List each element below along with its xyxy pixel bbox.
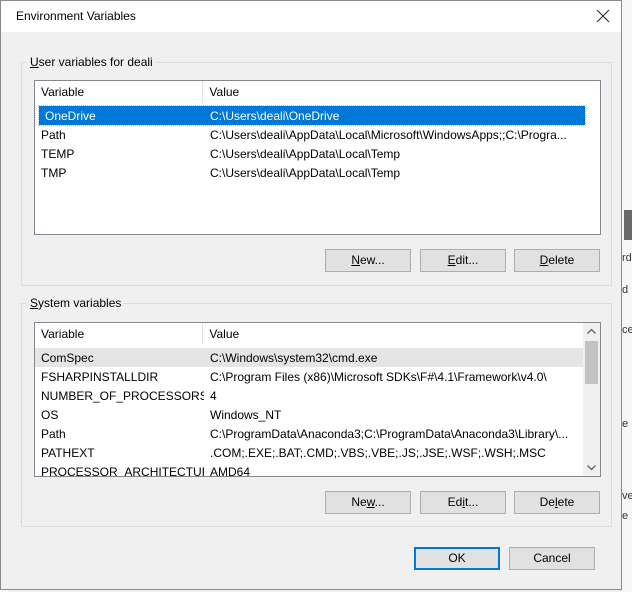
system-row-comspec[interactable]: ComSpec C:\Windows\system32\cmd.exe <box>35 348 583 367</box>
background-text: ce <box>622 324 632 336</box>
system-list-scrollbar[interactable] <box>583 323 600 476</box>
close-icon[interactable] <box>591 4 615 28</box>
background-text: e <box>622 418 629 430</box>
system-row-number-of-processors[interactable]: NUMBER_OF_PROCESSORS 4 <box>35 386 583 405</box>
environment-variables-dialog: Environment Variables User variables for… <box>0 0 622 590</box>
scroll-down-arrow-icon[interactable] <box>583 459 600 476</box>
user-row-path[interactable]: Path C:\Users\deali\AppData\Local\Micros… <box>35 125 585 144</box>
window-title: Environment Variables <box>16 9 136 23</box>
user-delete-button[interactable]: Delete <box>514 249 600 272</box>
title-bar: Environment Variables <box>1 1 621 32</box>
user-variables-label: User variables for deali <box>30 55 153 69</box>
variable-value: C:\Program Files (x86)\Microsoft SDKs\F#… <box>210 369 547 384</box>
column-header-variable[interactable]: Variable <box>35 323 204 345</box>
variable-value: C:\ProgramData\Anaconda3;C:\ProgramData\… <box>210 426 569 441</box>
user-edit-button[interactable]: Edit... <box>420 249 506 272</box>
variable-name: TMP <box>41 165 67 180</box>
variable-name: FSHARPINSTALLDIR <box>41 369 159 384</box>
variable-name: ComSpec <box>41 350 94 365</box>
variable-name: OneDrive <box>45 108 96 123</box>
background-block <box>624 210 632 240</box>
scroll-up-arrow-icon[interactable] <box>583 323 600 340</box>
user-row-tmp[interactable]: TMP C:\Users\deali\AppData\Local\Temp <box>35 163 585 182</box>
background-text: d <box>622 284 629 296</box>
user-row-temp[interactable]: TEMP C:\Users\deali\AppData\Local\Temp <box>35 144 585 163</box>
system-row-pathext[interactable]: PATHEXT .COM;.EXE;.BAT;.CMD;.VBS;.VBE;.J… <box>35 443 583 462</box>
background-text: e <box>622 510 629 522</box>
system-row-os[interactable]: OS Windows_NT <box>35 405 583 424</box>
system-new-button[interactable]: New... <box>325 491 411 514</box>
variable-value: .COM;.EXE;.BAT;.CMD;.VBS;.VBE;.JS;.JSE;.… <box>210 445 546 460</box>
variable-value: C:\Users\deali\AppData\Local\Microsoft\W… <box>210 127 567 142</box>
system-row-processor-architecture[interactable]: PROCESSOR_ARCHITECTURE AMD64 <box>35 462 583 477</box>
column-header-value[interactable]: Value <box>203 81 600 103</box>
variable-name: PATHEXT <box>41 445 95 460</box>
user-variables-list[interactable]: Variable Value OneDrive C:\Users\deali\O… <box>34 80 601 235</box>
variable-value: C:\Windows\system32\cmd.exe <box>210 350 378 365</box>
ok-button[interactable]: OK <box>414 547 500 570</box>
system-row-path[interactable]: Path C:\ProgramData\Anaconda3;C:\Program… <box>35 424 583 443</box>
variable-value: C:\Users\deali\AppData\Local\Temp <box>210 165 401 180</box>
list-header: Variable Value <box>35 81 600 103</box>
scroll-thumb[interactable] <box>585 341 598 384</box>
variable-name: OS <box>41 407 59 422</box>
user-new-button[interactable]: New... <box>325 249 411 272</box>
system-variables-list[interactable]: Variable Value ComSpec C:\Windows\system… <box>34 322 601 477</box>
system-variables-label-text: ystem variables <box>38 296 122 310</box>
background-text: rd <box>622 252 632 264</box>
list-header: Variable Value <box>35 323 583 345</box>
background-text: ve <box>622 490 632 502</box>
cancel-button[interactable]: Cancel <box>509 547 595 570</box>
system-edit-button[interactable]: Edit... <box>420 491 506 514</box>
variable-value: C:\Users\deali\AppData\Local\Temp <box>210 146 401 161</box>
column-header-variable[interactable]: Variable <box>35 81 204 103</box>
variable-value: AMD64 <box>210 464 251 477</box>
variable-value: 4 <box>210 388 217 403</box>
variable-value: C:\Users\deali\OneDrive <box>210 108 340 123</box>
user-row-onedrive[interactable]: OneDrive C:\Users\deali\OneDrive <box>38 105 586 126</box>
variable-name: TEMP <box>41 146 75 161</box>
variable-name: Path <box>41 426 66 441</box>
background-window-right: rd d ce e ve e <box>622 0 632 592</box>
user-variables-label-text: ser variables for deali <box>38 55 153 69</box>
system-delete-button[interactable]: Delete <box>514 491 600 514</box>
column-header-value[interactable]: Value <box>203 323 583 345</box>
variable-name: PROCESSOR_ARCHITECTURE <box>41 464 204 477</box>
system-row-fsharpinstalldir[interactable]: FSHARPINSTALLDIR C:\Program Files (x86)\… <box>35 367 583 386</box>
system-variables-label: System variables <box>30 296 122 310</box>
variable-value: Windows_NT <box>210 407 282 422</box>
variable-name: NUMBER_OF_PROCESSORS <box>41 388 204 403</box>
variable-name: Path <box>41 127 66 142</box>
